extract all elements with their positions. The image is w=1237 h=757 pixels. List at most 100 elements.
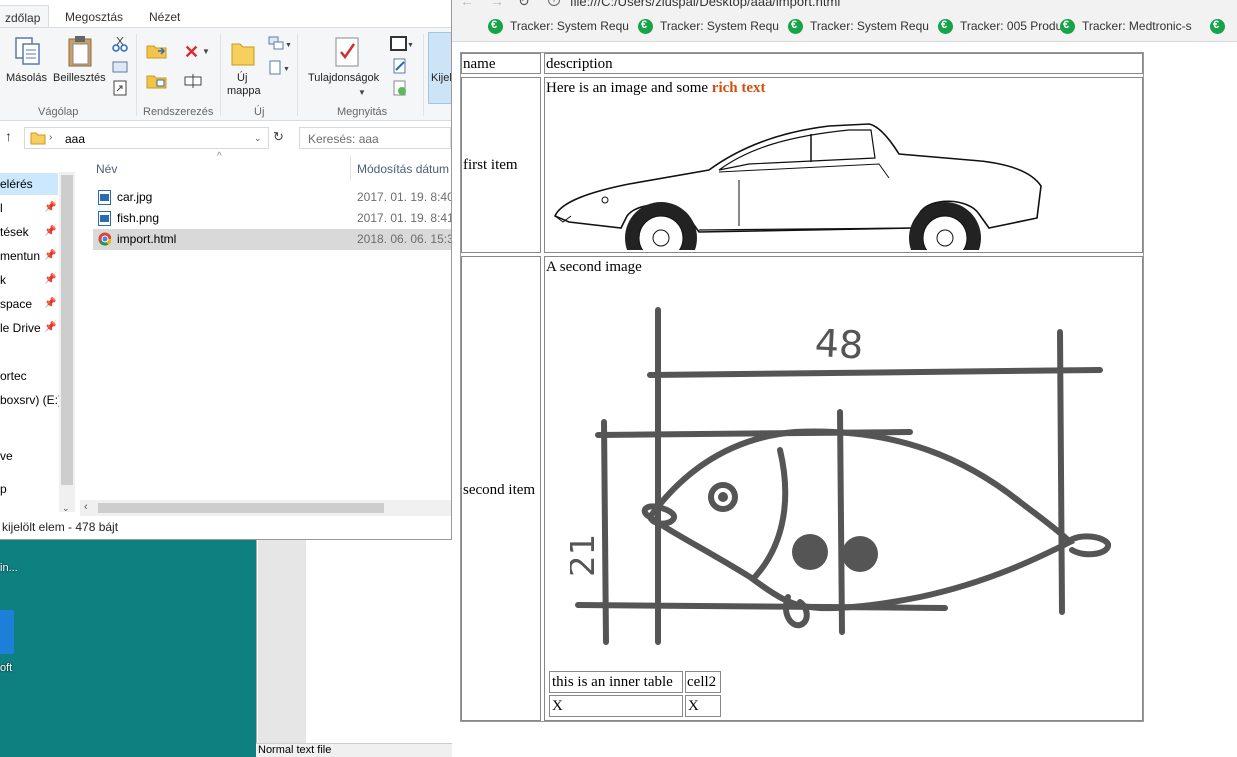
properties-button[interactable]: Tulajdonságok [308,72,379,84]
tracker-icon [638,19,653,34]
inner-cell-text: this is an inner table [552,674,673,690]
sort-up-icon: ^ [217,151,222,162]
scroll-down-icon[interactable]: ⌄ [62,503,70,514]
nav-item[interactable]: ve [0,449,13,463]
pin-icon[interactable]: 📌 [44,274,56,285]
paste-icon[interactable] [66,34,94,68]
tab-view[interactable]: Nézet [141,5,188,28]
svg-text:▼: ▼ [407,42,414,49]
tracker-icon [938,19,953,34]
column-date[interactable]: Módosítás dátum [357,162,449,176]
search-input[interactable]: Keresés: aaa [299,127,451,149]
pin-icon[interactable]: 📌 [44,226,56,237]
tracker-icon [788,19,803,34]
chevron-down-icon[interactable]: ▼ [202,47,210,56]
back-icon[interactable]: ← [460,0,474,9]
history-icon[interactable] [392,80,408,96]
nav-item[interactable]: l [0,201,3,215]
rename-icon[interactable] [184,72,202,90]
scroll-left-icon[interactable]: ‹ [84,501,88,513]
copy-button[interactable]: Másolás [6,72,47,84]
column-divider[interactable] [350,155,351,181]
file-name: car.jpg [117,190,153,204]
new-folder-button-line2[interactable]: mappa [227,85,261,97]
tab-home[interactable]: zdőlap [0,5,50,28]
cut-icon[interactable] [112,36,128,52]
pin-icon[interactable]: 📌 [44,322,56,333]
notepad-status: Normal text file [256,743,456,757]
row2-description-cell: A second image 48 21 this is an inner ta… [544,256,1143,721]
nav-item[interactable]: elérés [0,177,33,191]
up-arrow-icon[interactable]: ↑ [5,128,12,144]
delete-icon[interactable]: ✕ [184,42,199,63]
column-name[interactable]: Név [96,162,117,176]
row1-name-cell: first item [461,77,541,253]
nav-item[interactable]: p [0,482,7,496]
row1-name: first item [463,157,518,173]
nav-item[interactable]: mentun [0,249,40,263]
copy-to-icon[interactable] [146,72,170,90]
file-date: 2017. 01. 19. 8:40 [357,190,452,204]
nav-scrollbar-thumb[interactable] [61,175,73,485]
nav-item[interactable]: boxsrv) (E:) [0,393,62,407]
file-row[interactable]: fish.png 2017. 01. 19. 8:41 [93,208,452,229]
url-field[interactable]: file:///C:/Users/zluspai/Desktop/aaa/imp… [570,0,840,9]
fish-sketch-image: 48 21 [570,307,1111,645]
chevron-down-icon[interactable]: ▼ [358,88,366,97]
nav-item[interactable]: k [0,273,6,287]
bookmark[interactable] [1210,18,1230,36]
bookmark[interactable]: Tracker: System Requ [788,18,933,36]
pin-icon[interactable]: 📌 [44,250,56,261]
bookmark[interactable]: Tracker: Medtronic-s [1060,18,1200,36]
bookmark[interactable]: Tracker: System Requ [488,18,633,36]
properties-icon[interactable] [334,36,360,68]
desktop-icon-label[interactable]: oft [0,662,12,674]
inner-cell-text: cell2 [687,674,717,690]
inner-cell-text: X [688,698,699,714]
ribbon-separator [297,34,298,116]
paste-shortcut-icon[interactable] [112,80,128,96]
info-icon[interactable]: i [548,0,560,6]
tab-share[interactable]: Megosztás [57,5,131,28]
new-item-icon[interactable]: ▼ [268,36,292,52]
chevron-down-icon[interactable]: ⌄ [254,133,262,144]
new-folder-button-line1[interactable]: Új [237,72,247,84]
header-name: name [463,56,496,72]
horizontal-scrollbar-thumb[interactable] [98,503,384,513]
row2-name: second item [463,482,536,498]
edit-icon[interactable] [392,58,408,74]
select-button[interactable]: Kijel [431,72,451,84]
file-row[interactable]: car.jpg 2017. 01. 19. 8:40 [93,187,452,208]
chevron-right-icon[interactable]: › [49,132,52,143]
copy-icon[interactable] [14,36,42,68]
desktop-app-icon[interactable] [0,610,14,654]
pin-icon[interactable]: 📌 [44,202,56,213]
copy-path-icon[interactable] [112,60,128,74]
paste-button[interactable]: Beillesztés [53,72,106,84]
nav-item[interactable]: space [0,297,32,311]
desktop-icon-label[interactable]: in... [0,562,18,574]
open-icon[interactable]: ▼ [390,36,414,52]
file-row-selected[interactable]: import.html 2018. 06. 06. 15:38 [93,229,451,250]
nav-item[interactable]: tések [0,225,29,239]
refresh-icon[interactable]: ↻ [273,129,284,145]
image-file-icon [98,211,111,226]
nav-item[interactable]: ortec [0,369,27,383]
rich-text: rich text [711,80,766,96]
select-button-bg[interactable] [428,32,451,104]
search-placeholder: Keresés: aaa [308,132,379,146]
ribbon-tabs: zdőlap Megosztás Nézet [0,0,451,28]
file-name: import.html [117,232,177,246]
nav-item[interactable]: le Drive [0,321,41,335]
ribbon-separator [423,34,424,116]
file-name: fish.png [117,211,160,225]
address-box[interactable]: › aaa ⌄ [24,127,269,149]
move-to-icon[interactable] [146,42,170,60]
pin-icon[interactable]: 📌 [44,298,56,309]
file-date: 2017. 01. 19. 8:41 [357,211,452,225]
new-folder-icon[interactable] [230,38,256,68]
easy-access-icon[interactable]: ▼ [268,60,292,76]
forward-icon[interactable]: → [490,0,504,9]
bookmark[interactable]: Tracker: System Requ [638,18,783,36]
reload-icon[interactable]: ↻ [518,0,530,10]
